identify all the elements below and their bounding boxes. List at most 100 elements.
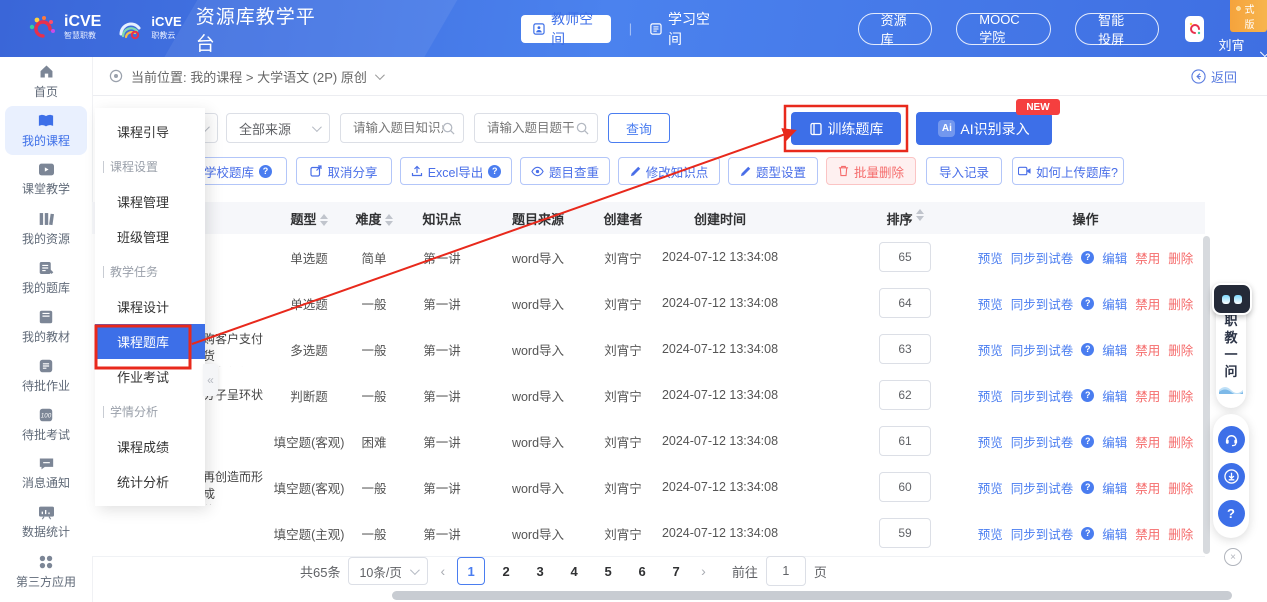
help-icon[interactable]: ? (259, 165, 272, 178)
order-input[interactable] (879, 288, 931, 318)
breadcrumb-path[interactable]: 我的课程 > 大学语文 (2P) 原创 (190, 67, 367, 86)
disable-link[interactable]: 禁用 (1135, 248, 1160, 267)
preview-link[interactable]: 预览 (978, 478, 1003, 497)
delete-link[interactable]: 删除 (1168, 524, 1193, 543)
smart-cast-link[interactable]: 智能投屏 (1075, 13, 1159, 45)
order-input[interactable] (879, 380, 931, 410)
teacher-space-button[interactable]: 教师空间 (521, 15, 610, 43)
order-input[interactable] (879, 426, 931, 456)
question-type-setting-button[interactable]: 题型设置 (728, 157, 818, 185)
menu-item-class-management[interactable]: 班级管理 (95, 219, 205, 254)
knowledge-search-input[interactable] (351, 120, 445, 136)
delete-link[interactable]: 删除 (1168, 294, 1193, 313)
delete-link[interactable]: 删除 (1168, 478, 1193, 497)
sidebar-item-my-resources[interactable]: 我的资源 (5, 204, 87, 253)
source-select[interactable]: 全部来源 (226, 113, 330, 143)
disable-link[interactable]: 禁用 (1135, 340, 1160, 359)
preview-link[interactable]: 预览 (978, 248, 1003, 267)
order-input[interactable] (879, 472, 931, 502)
menu-item-course-management[interactable]: 课程管理 (95, 184, 205, 219)
prev-page-button[interactable]: ‹ (436, 563, 449, 579)
sync-to-paper-link[interactable]: 同步到试卷 (1011, 432, 1074, 451)
sidebar-item-pending-homework[interactable]: 待批作业 (5, 351, 87, 400)
sidebar-item-home[interactable]: 首页 (5, 57, 87, 106)
sync-to-paper-link[interactable]: 同步到试卷 (1011, 248, 1074, 267)
duplicate-check-button[interactable]: 题目查重 (520, 157, 610, 185)
order-input[interactable] (879, 334, 931, 364)
col-order[interactable]: 排序 (844, 209, 966, 228)
download-button[interactable] (1218, 463, 1245, 490)
sidebar-item-my-textbooks[interactable]: 我的教材 (5, 302, 87, 351)
disable-link[interactable]: 禁用 (1135, 386, 1160, 405)
how-to-upload-button[interactable]: 如何上传题库? (1012, 157, 1124, 185)
preview-link[interactable]: 预览 (978, 524, 1003, 543)
batch-delete-button[interactable]: 批量删除 (826, 157, 916, 185)
query-button[interactable]: 查询 (608, 113, 670, 143)
sidebar-item-classroom-teaching[interactable]: 课堂教学 (5, 155, 87, 204)
edit-link[interactable]: 编辑 (1102, 294, 1127, 313)
help-icon[interactable]: ? (1081, 297, 1094, 310)
sidebar-item-my-question-bank[interactable]: 我的题库 (5, 253, 87, 302)
close-widget-icon[interactable]: × (1224, 548, 1242, 566)
sort-icons[interactable] (916, 209, 924, 228)
preview-link[interactable]: 预览 (978, 432, 1003, 451)
delete-link[interactable]: 删除 (1168, 386, 1193, 405)
sort-icons[interactable] (385, 214, 393, 226)
edit-link[interactable]: 编辑 (1102, 432, 1127, 451)
sidebar-item-notifications[interactable]: 消息通知 (5, 449, 87, 498)
menu-item-course-grades[interactable]: 课程成绩 (95, 429, 205, 464)
page-button-3[interactable]: 3 (527, 558, 553, 584)
sidebar-item-my-courses[interactable]: 我的课程 (5, 106, 87, 155)
sort-icons[interactable] (320, 214, 328, 226)
help-icon[interactable]: ? (1081, 251, 1094, 264)
cancel-share-button[interactable]: 取消分享 (296, 157, 392, 185)
page-button-1[interactable]: 1 (457, 557, 485, 585)
page-button-6[interactable]: 6 (629, 558, 655, 584)
sync-to-paper-link[interactable]: 同步到试卷 (1011, 340, 1074, 359)
page-button-7[interactable]: 7 (663, 558, 689, 584)
sidebar-item-third-party-apps[interactable]: 第三方应用 (5, 547, 87, 596)
sync-to-paper-link[interactable]: 同步到试卷 (1011, 294, 1074, 313)
preview-link[interactable]: 预览 (978, 386, 1003, 405)
vertical-scrollbar[interactable] (1203, 236, 1210, 554)
preview-link[interactable]: 预览 (978, 340, 1003, 359)
help-icon[interactable]: ? (1081, 389, 1094, 402)
delete-link[interactable]: 删除 (1168, 432, 1193, 451)
col-difficulty[interactable]: 难度 (348, 209, 400, 228)
edit-link[interactable]: 编辑 (1102, 478, 1127, 497)
resource-library-link[interactable]: 资源库 (858, 13, 933, 45)
learning-space-link[interactable]: 学习空间 (650, 9, 715, 49)
excel-export-button[interactable]: Excel导出? (400, 157, 512, 185)
import-record-button[interactable]: 导入记录 (926, 157, 1002, 185)
edit-link[interactable]: 编辑 (1102, 248, 1127, 267)
help-icon[interactable]: ? (488, 165, 501, 178)
ai-recognition-button[interactable]: Ai AI识别录入 (916, 112, 1052, 145)
breadcrumb-chevron-down-icon[interactable] (375, 70, 385, 80)
mini-brand-icon[interactable] (1185, 16, 1204, 42)
help-button[interactable]: ? (1218, 500, 1245, 527)
order-input[interactable] (879, 242, 931, 272)
delete-link[interactable]: 删除 (1168, 340, 1193, 359)
horizontal-scrollbar[interactable] (392, 591, 1232, 600)
search-icon[interactable] (442, 122, 455, 135)
menu-item-statistical-analysis[interactable]: 统计分析 (95, 464, 205, 499)
help-icon[interactable]: ? (1081, 343, 1094, 356)
help-icon[interactable]: ? (1081, 527, 1094, 540)
stem-search-input[interactable] (485, 120, 579, 136)
sidebar-item-pending-exams[interactable]: 100 待批考试 (5, 400, 87, 449)
disable-link[interactable]: 禁用 (1135, 478, 1160, 497)
mooc-college-link[interactable]: MOOC学院 (956, 13, 1051, 45)
sidebar-item-data-statistics[interactable]: 数据统计 (5, 498, 87, 547)
menu-item-course-guide[interactable]: 课程引导 (95, 114, 205, 149)
assistant-robot-icon[interactable] (1212, 283, 1252, 315)
sync-to-paper-link[interactable]: 同步到试卷 (1011, 524, 1074, 543)
page-button-4[interactable]: 4 (561, 558, 587, 584)
next-page-button[interactable]: › (697, 563, 710, 579)
edit-knowledge-button[interactable]: 修改知识点 (618, 157, 720, 185)
disable-link[interactable]: 禁用 (1135, 524, 1160, 543)
col-type[interactable]: 题型 (270, 209, 348, 228)
help-icon[interactable]: ? (1081, 481, 1094, 494)
disable-link[interactable]: 禁用 (1135, 294, 1160, 313)
menu-item-homework-exam[interactable]: 作业考试 (95, 359, 205, 394)
preview-link[interactable]: 预览 (978, 294, 1003, 313)
